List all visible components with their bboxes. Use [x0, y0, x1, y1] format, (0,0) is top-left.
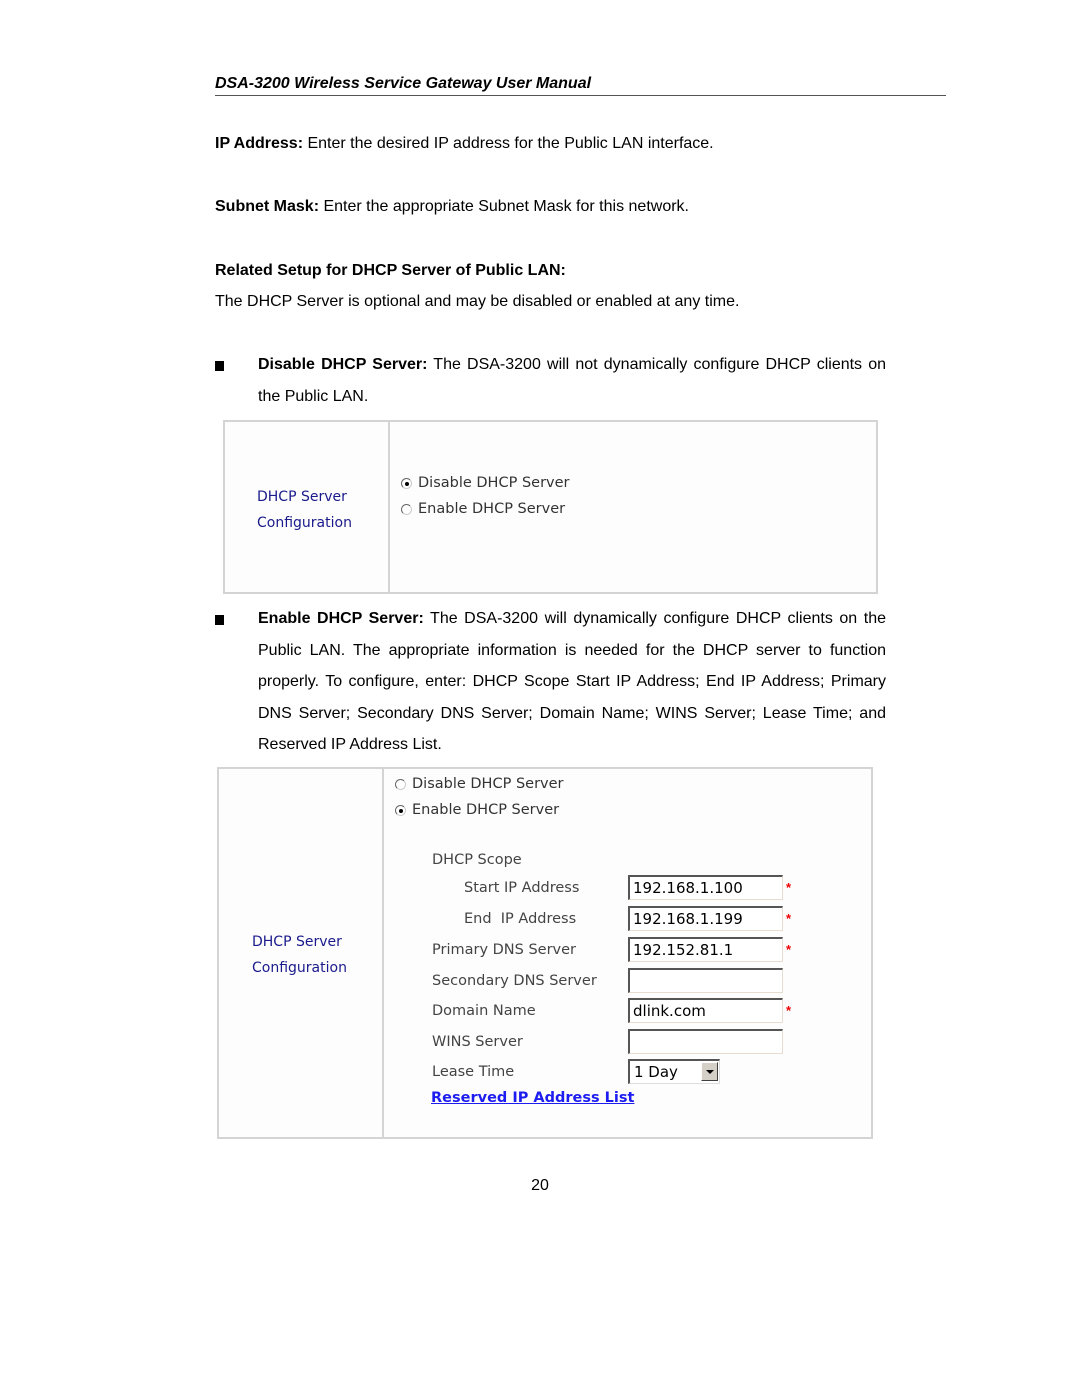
radio-label: Disable DHCP Server [418, 475, 570, 491]
domain-name-label: Domain Name [432, 1003, 536, 1019]
required-asterisk: * [786, 911, 792, 926]
radio-checked-icon[interactable] [401, 477, 412, 489]
dhcp-scope-heading: DHCP Scope [432, 852, 522, 868]
bullet-text: Enable DHCP Server: The DSA-3200 will dy… [258, 603, 886, 761]
secondary-dns-input[interactable] [628, 968, 783, 993]
page-number: 20 [531, 1177, 549, 1194]
end-ip-input[interactable]: 192.168.1.199 [628, 906, 783, 931]
subnet-mask-term: Subnet Mask: [215, 198, 320, 215]
radio-enable-dhcp[interactable]: Enable DHCP Server [395, 802, 559, 818]
lease-time-value: 1 Day [634, 1063, 678, 1081]
bullet-square-icon [215, 361, 224, 371]
section-heading: Related Setup for DHCP Server of Public … [215, 262, 566, 279]
required-asterisk: * [786, 1003, 792, 1018]
document-header-title: DSA-3200 Wireless Service Gateway User M… [215, 75, 592, 92]
required-asterisk: * [786, 942, 792, 957]
ip-address-text: Enter the desired IP address for the Pub… [303, 135, 714, 152]
panel-label: DHCP Server Configuration [252, 929, 347, 981]
panel-label-line2: Configuration [252, 960, 347, 976]
wins-server-label: WINS Server [432, 1034, 523, 1050]
panel-label-line1: DHCP Server [257, 489, 347, 505]
required-asterisk: * [786, 880, 792, 895]
ip-address-paragraph: IP Address: Enter the desired IP address… [215, 134, 714, 154]
radio-label: Enable DHCP Server [418, 501, 566, 517]
subnet-mask-text: Enter the appropriate Subnet Mask for th… [319, 198, 689, 215]
radio-label: Enable DHCP Server [412, 802, 560, 818]
primary-dns-input[interactable]: 192.152.81.1 [628, 937, 783, 962]
panel-divider [388, 422, 390, 592]
radio-checked-icon[interactable] [395, 804, 406, 816]
dhcp-intro-paragraph: The DHCP Server is optional and may be d… [215, 293, 740, 310]
lease-time-select[interactable]: 1 Day [628, 1059, 720, 1084]
dhcp-config-panel-disabled: DHCP Server Configuration Disable DHCP S… [223, 420, 878, 594]
radio-unchecked-icon[interactable] [395, 778, 406, 790]
bullet-text: Disable DHCP Server: The DSA-3200 will n… [258, 349, 886, 412]
panel-label-line2: Configuration [257, 515, 352, 531]
bullet-term: Disable DHCP Server: [258, 356, 428, 373]
ip-address-term: IP Address: [215, 135, 304, 152]
wins-server-input[interactable] [628, 1029, 783, 1054]
radio-unchecked-icon[interactable] [401, 503, 412, 515]
bullet-square-icon [215, 615, 224, 625]
domain-name-input[interactable]: dlink.com [628, 998, 783, 1023]
panel-divider [382, 769, 384, 1137]
end-ip-label: End IP Address [464, 911, 577, 927]
secondary-dns-label: Secondary DNS Server [432, 973, 597, 989]
bullet-body: The DSA-3200 will dynamically configure … [258, 610, 887, 753]
header-rule [215, 95, 946, 96]
start-ip-label: Start IP Address [464, 880, 580, 896]
chevron-down-icon[interactable] [701, 1062, 718, 1081]
panel-label-line1: DHCP Server [252, 934, 342, 950]
start-ip-input[interactable]: 192.168.1.100 [628, 875, 783, 900]
radio-disable-dhcp[interactable]: Disable DHCP Server [395, 776, 564, 792]
bullet-term: Enable DHCP Server: [258, 610, 424, 627]
radio-enable-dhcp[interactable]: Enable DHCP Server [401, 501, 565, 517]
reserved-ip-address-list-link[interactable]: Reserved IP Address List [431, 1090, 634, 1106]
radio-disable-dhcp[interactable]: Disable DHCP Server [401, 475, 570, 491]
primary-dns-label: Primary DNS Server [432, 942, 577, 958]
panel-label: DHCP Server Configuration [257, 484, 352, 536]
lease-time-label: Lease Time [432, 1064, 515, 1080]
radio-label: Disable DHCP Server [412, 776, 564, 792]
subnet-mask-paragraph: Subnet Mask: Enter the appropriate Subne… [215, 197, 689, 217]
